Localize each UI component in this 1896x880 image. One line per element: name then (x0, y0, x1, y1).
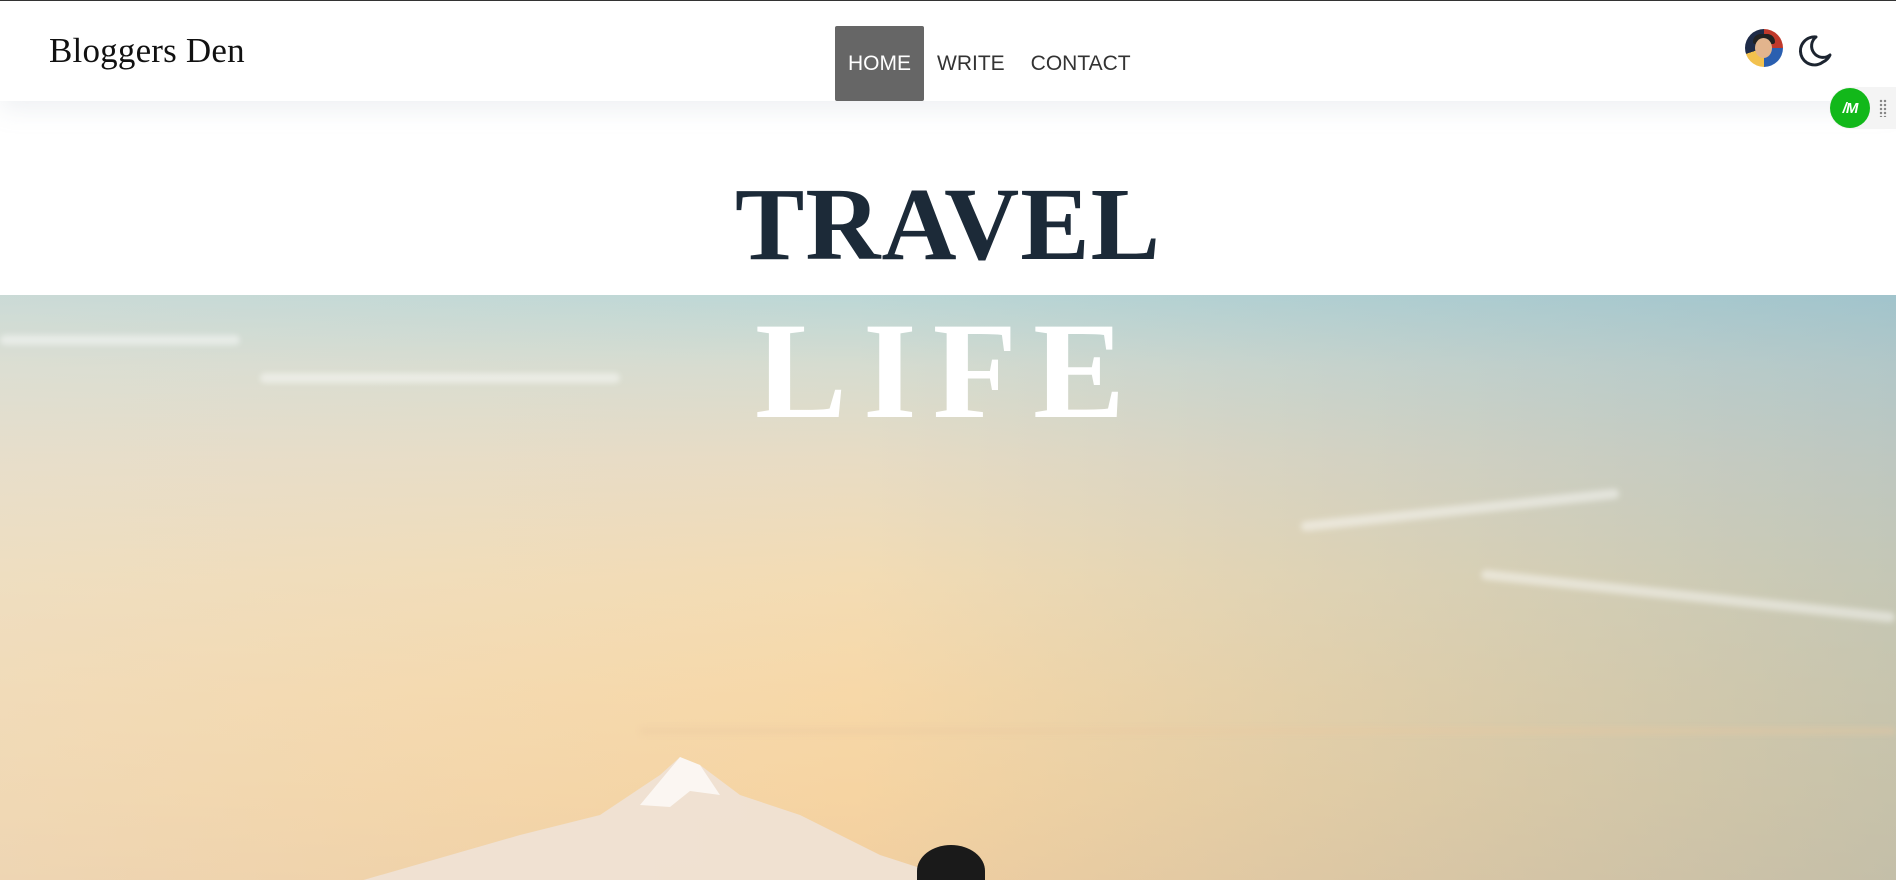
nav-link-contact[interactable]: CONTACT (1018, 26, 1144, 101)
brand-logo-text[interactable]: Bloggers Den (49, 31, 245, 71)
user-avatar[interactable] (1745, 29, 1783, 67)
extension-logo-icon[interactable]: /M (1830, 88, 1870, 128)
hero-title-travel: TRAVEL (734, 167, 1161, 282)
navbar: Bloggers Den HOME WRITE CONTACT (0, 1, 1896, 101)
hero-title-life: LIFE (754, 294, 1142, 447)
avatar-face (1755, 38, 1772, 58)
drag-handle-icon[interactable] (1879, 99, 1887, 117)
moon-icon[interactable] (1796, 31, 1836, 71)
nav-link-home[interactable]: HOME (835, 26, 924, 101)
nav-links: HOME WRITE CONTACT (835, 26, 1144, 101)
page: Bloggers Den HOME WRITE CONTACT /M TRAVE… (0, 0, 1896, 880)
extension-badge[interactable]: /M (1829, 87, 1896, 129)
nav-link-write[interactable]: WRITE (924, 26, 1018, 101)
